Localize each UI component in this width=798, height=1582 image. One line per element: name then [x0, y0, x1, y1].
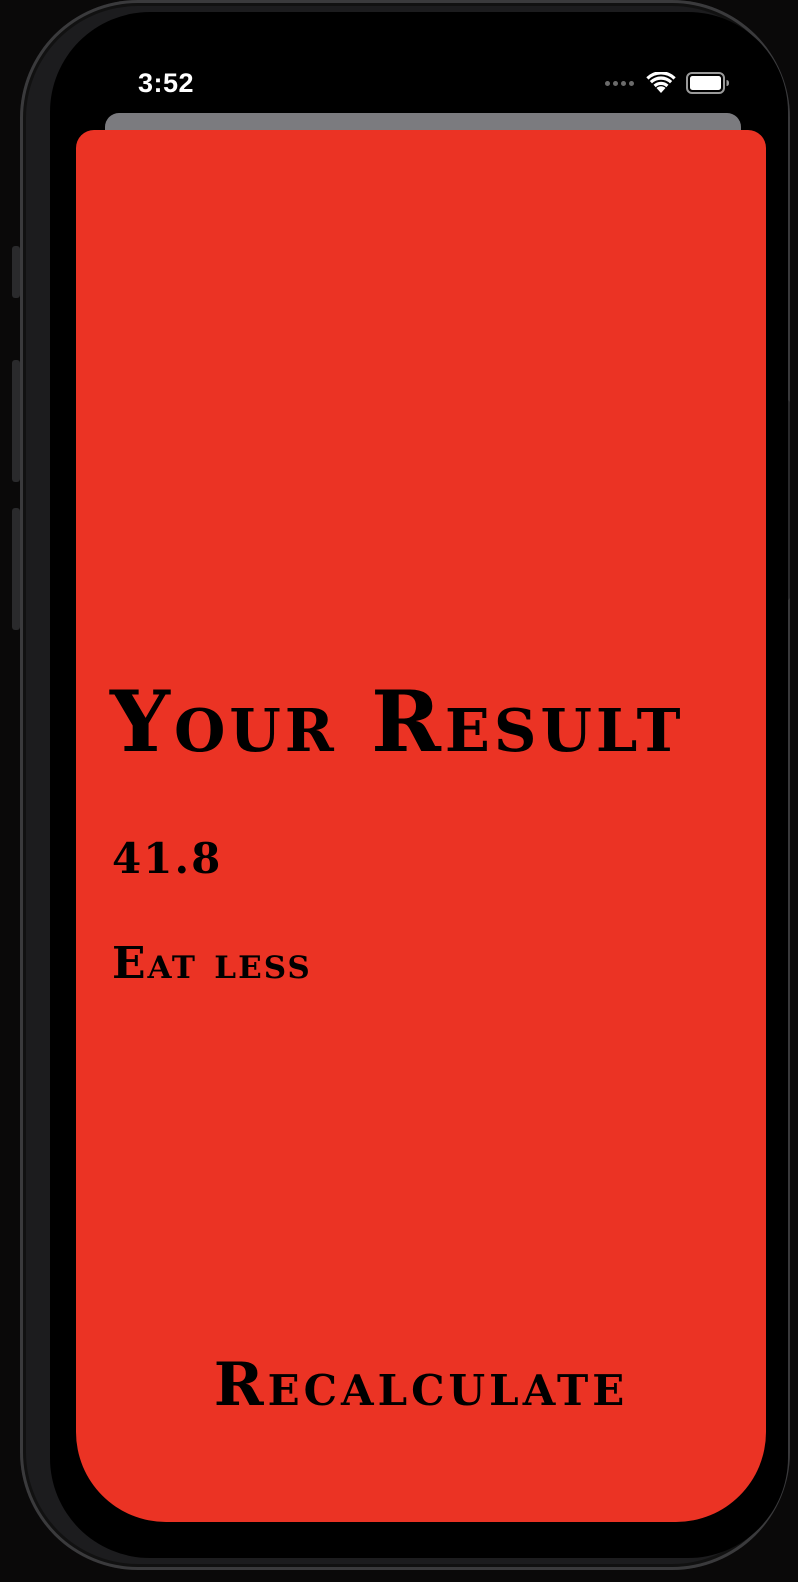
silent-switch — [12, 246, 20, 298]
result-title: Your Result — [110, 672, 685, 771]
cellular-signal-icon — [605, 80, 634, 86]
recalculate-button[interactable]: Recalculate — [76, 1350, 766, 1420]
battery-icon — [686, 72, 729, 94]
phone-frame: 3:52 Your Result 41.8 Eat less Recalcula — [12, 0, 790, 1570]
wifi-icon — [646, 72, 676, 93]
result-sheet: Your Result 41.8 Eat less Recalculate — [76, 130, 766, 1522]
phone-screen: 3:52 Your Result 41.8 Eat less Recalcula — [50, 12, 788, 1558]
status-time: 3:52 — [138, 68, 195, 98]
result-value: 41.8 — [112, 834, 223, 883]
result-advice: Eat less — [112, 938, 312, 989]
volume-down-button — [12, 508, 20, 630]
volume-up-button — [12, 360, 20, 482]
status-icons — [605, 72, 730, 94]
